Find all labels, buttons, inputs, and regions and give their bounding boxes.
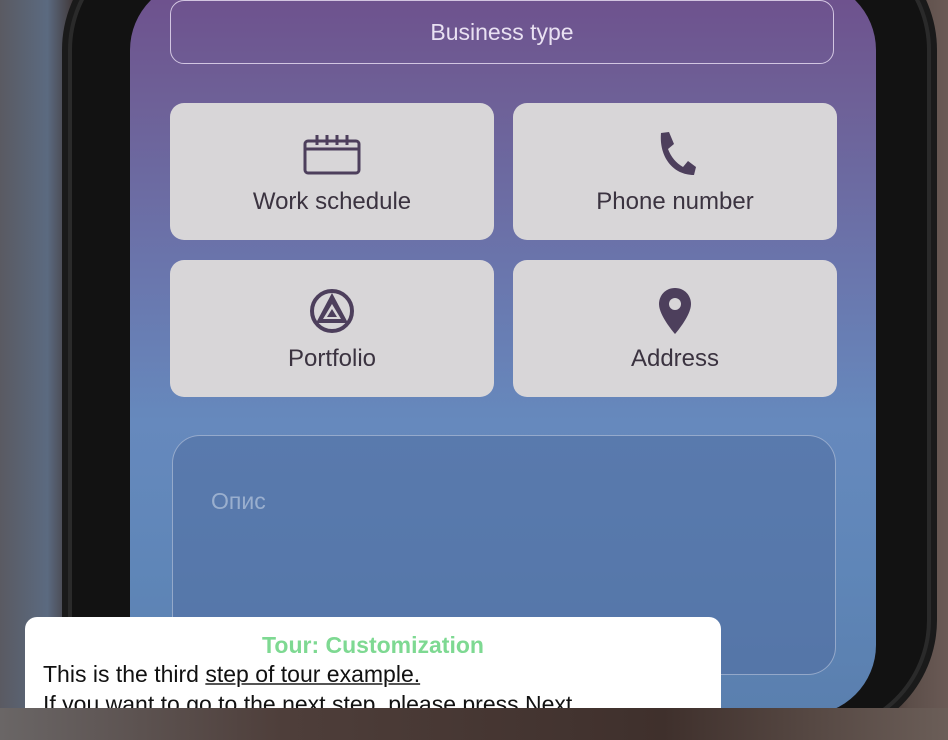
calendar-icon (301, 128, 363, 180)
tour-step-link[interactable]: step of tour example. (205, 661, 420, 687)
tour-text-prefix: This is the third (43, 661, 206, 687)
photo-background: Business type Work schedule Phone number… (0, 0, 948, 740)
app-screen: Business type Work schedule Phone number… (130, 0, 876, 715)
phone-icon (653, 128, 697, 180)
portfolio-label: Portfolio (287, 344, 377, 372)
phone-number-label: Phone number (596, 187, 754, 215)
address-label: Address (630, 344, 720, 372)
background-bottom-edge (0, 708, 948, 740)
tour-text-line-1: This is the third step of tour example. (43, 659, 703, 689)
portfolio-tile[interactable]: Portfolio (170, 260, 494, 397)
work-schedule-label: Work schedule (252, 187, 412, 215)
description-placeholder: Опис (211, 488, 266, 514)
address-tile[interactable]: Address (513, 260, 837, 397)
location-pin-icon (656, 285, 694, 337)
business-type-button[interactable]: Business type (170, 0, 834, 64)
portfolio-icon (308, 285, 356, 337)
phone-number-tile[interactable]: Phone number (513, 103, 837, 240)
work-schedule-tile[interactable]: Work schedule (170, 103, 494, 240)
business-type-label: Business type (430, 18, 574, 45)
tour-title: Tour: Customization (262, 632, 484, 658)
